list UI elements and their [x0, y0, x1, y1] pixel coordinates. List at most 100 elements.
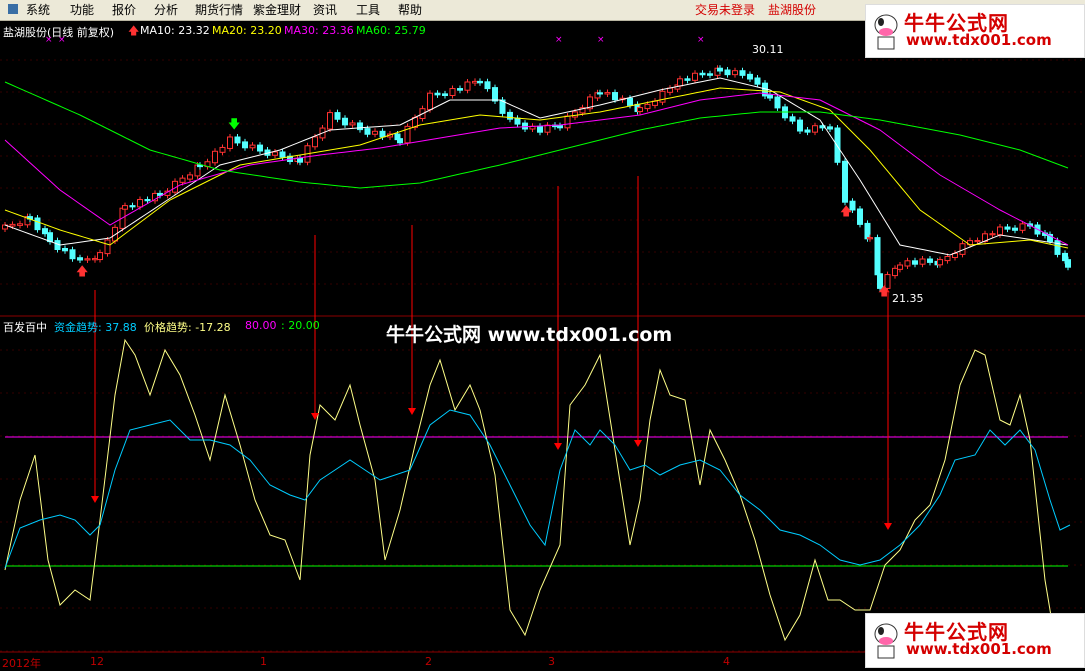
price-trend-label: 价格趋势: -17.28 [144, 321, 231, 334]
candle-body [677, 78, 683, 87]
candle-body [144, 199, 151, 202]
cow-icon [874, 623, 898, 659]
candle-body [1065, 259, 1071, 268]
fund-trend-label: 资金趋势: 37.88 [54, 321, 137, 334]
site-logo-bottom: 牛牛公式网 www.tdx001.com [865, 613, 1085, 668]
cow-icon [874, 14, 898, 50]
candle-body [997, 226, 1003, 236]
candle-body [557, 125, 563, 129]
candle-body [69, 249, 76, 260]
candle-body [84, 258, 91, 261]
candle-body [427, 92, 433, 111]
candle-body [717, 67, 723, 72]
candle-body [974, 240, 981, 243]
stock-title: 盐湖股份(日线 前复权) [3, 26, 115, 39]
candle-body [77, 257, 83, 261]
signal-arrowhead [884, 523, 892, 530]
candle-body [457, 88, 463, 91]
candle-body [732, 70, 738, 76]
candle-body [919, 258, 926, 265]
candle-body [219, 146, 226, 153]
candle-body [272, 151, 278, 156]
candle-body [1012, 227, 1018, 231]
candle-body [927, 258, 933, 263]
candle-body [812, 125, 818, 133]
candle-body [212, 150, 218, 164]
candle-body [122, 205, 128, 210]
candle-body [774, 96, 781, 109]
candle-body [34, 217, 41, 231]
candle-body [612, 92, 618, 101]
candle-body [484, 81, 491, 90]
candle-body [179, 177, 186, 183]
low-price-label: 21.35 [892, 292, 924, 305]
candle-body [637, 107, 643, 113]
candle-body [597, 92, 603, 95]
candle-body [564, 115, 571, 129]
x-axis-year: 2012年 [2, 657, 41, 670]
candle-body [892, 267, 898, 277]
candle-body [97, 252, 103, 261]
candle-body [827, 126, 833, 130]
watermark: 牛牛公式网 www.tdx001.com [386, 324, 673, 346]
candle-body [842, 160, 848, 203]
candle-body [17, 223, 23, 226]
candle-body [797, 119, 803, 132]
candle-body [724, 69, 731, 76]
fund-trend-line [4, 409, 1071, 569]
candle-body [249, 144, 256, 149]
candle-body [699, 72, 706, 76]
candle-body [104, 239, 111, 255]
candle-body [754, 77, 761, 85]
candle-body [137, 199, 143, 208]
candle-body [477, 80, 483, 84]
ma20-line [4, 87, 1069, 249]
candle-body [989, 233, 996, 236]
candle-body [897, 264, 903, 270]
candle-body [944, 256, 951, 262]
marker-icon: × [555, 35, 563, 45]
signal-arrowhead [91, 496, 99, 503]
candle-body [257, 144, 263, 152]
candle-body [129, 205, 136, 208]
candle-body [187, 174, 193, 180]
candle-body [312, 136, 318, 148]
x-axis-label: 3 [548, 655, 555, 668]
candle-body [92, 258, 98, 261]
candle-body [1019, 223, 1026, 231]
candle-body [644, 103, 651, 110]
ma60-label: MA60: 25.79 [356, 24, 426, 37]
price-trend-line [4, 338, 1056, 642]
candle-body [684, 78, 691, 81]
candle-body [349, 122, 356, 126]
candle-body [279, 151, 286, 158]
candle-body [604, 92, 611, 95]
x-axis-label: 1 [260, 655, 267, 668]
candle-body [572, 111, 578, 118]
candle-body [874, 237, 881, 276]
ma30-line [4, 92, 1069, 246]
candle-body [912, 260, 918, 265]
candle-body [492, 87, 498, 102]
candle-body [297, 157, 303, 163]
candle-body [747, 73, 753, 80]
candle-body [804, 129, 811, 133]
candle-body [227, 136, 233, 149]
candle-body [472, 80, 478, 84]
candle-body [514, 117, 521, 125]
candle-body [327, 112, 333, 130]
marker-icon: × [697, 35, 705, 45]
candle-body [1004, 226, 1011, 230]
candle-body [659, 90, 666, 103]
candle-body [357, 122, 363, 131]
candle-body [242, 141, 248, 149]
candle-body [507, 111, 513, 120]
candle-body [522, 122, 528, 130]
candle-body [857, 208, 863, 225]
candle-body [864, 222, 871, 240]
sell-arrow-icon: 🡇 [228, 117, 240, 131]
candle-body [692, 72, 698, 81]
signal-arrowhead [554, 443, 562, 450]
site-logo-top: 牛牛公式网 www.tdx001.com [865, 4, 1085, 58]
signal-arrowhead [408, 408, 416, 415]
